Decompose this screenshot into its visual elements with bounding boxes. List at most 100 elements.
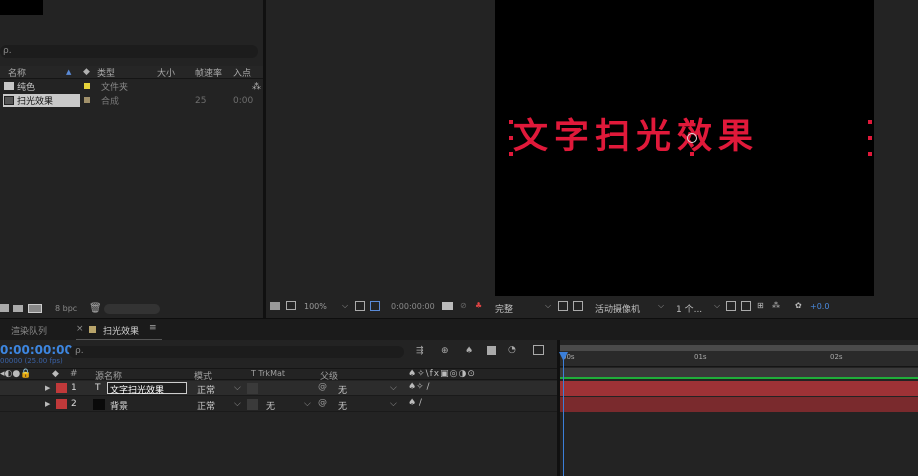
frame-blending-icon[interactable]	[487, 346, 496, 355]
close-icon[interactable]: ×	[76, 324, 84, 334]
layer-row[interactable]: ▶ 2 背景 正常 ⌵ 无 ⌵ @ 无 ⌵ ♠ /	[0, 397, 557, 412]
interpret-footage-icon[interactable]	[0, 304, 9, 312]
bbox-handle[interactable]	[690, 120, 694, 124]
layer-name-input[interactable]: 文字扫光效果	[107, 382, 187, 396]
mask-toggle-icon[interactable]	[370, 301, 380, 311]
comp-mini-flowchart-icon[interactable]: ⇶	[416, 346, 424, 356]
graph-editor-icon[interactable]	[533, 345, 544, 355]
parent-dropdown[interactable]: 无	[338, 383, 347, 396]
bbox-handle[interactable]	[509, 120, 513, 124]
toggle-pixel-aspect-icon[interactable]	[726, 301, 736, 311]
viewer-timecode[interactable]: 0:00:00:00	[391, 302, 435, 311]
composition-icon	[4, 96, 14, 105]
zoom-dropdown[interactable]: 100%	[304, 302, 327, 311]
pickwhip-icon[interactable]: @	[318, 398, 327, 408]
exposure-icon[interactable]: ✿	[795, 301, 802, 310]
pickwhip-icon[interactable]: @	[318, 382, 327, 392]
layer-switches[interactable]: ♠✧ /	[408, 382, 430, 392]
label-tag-icon[interactable]: ◆	[83, 67, 90, 77]
column-name[interactable]: 名称	[8, 66, 26, 79]
bbox-handle[interactable]	[868, 136, 872, 140]
monitor-icon[interactable]	[286, 301, 296, 310]
always-preview-icon[interactable]	[270, 302, 280, 310]
chevron-down-icon[interactable]: ⌵	[390, 383, 397, 393]
new-folder-icon[interactable]	[13, 305, 23, 312]
current-time-indicator[interactable]	[563, 360, 564, 476]
mode-dropdown[interactable]: 正常	[197, 399, 215, 412]
preserve-transparency-box[interactable]	[247, 383, 258, 394]
column-hash[interactable]: #	[70, 369, 78, 379]
fast-preview-icon[interactable]	[741, 301, 751, 311]
chevron-down-icon[interactable]: ⌵	[234, 383, 241, 393]
chevron-down-icon[interactable]: ⌵	[342, 301, 348, 311]
channels-icon[interactable]: ♣	[475, 301, 482, 310]
project-search-input[interactable]: ρ.	[0, 45, 258, 58]
expand-arrow-icon[interactable]: ▶	[45, 384, 50, 392]
layer-label-swatch[interactable]	[56, 399, 67, 409]
sort-asc-icon[interactable]: ▲	[66, 68, 71, 76]
parent-dropdown[interactable]: 无	[338, 399, 347, 412]
layer-label-swatch[interactable]	[56, 383, 67, 393]
column-trkmat[interactable]: T TrkMat	[251, 369, 285, 378]
tab-render-queue[interactable]: 渲染队列	[11, 324, 47, 337]
tab-comp[interactable]: 扫光效果	[103, 324, 139, 337]
av-switches-icon[interactable]: ◂◐●🔒	[0, 369, 31, 379]
new-composition-icon[interactable]	[28, 304, 42, 313]
resolution-dropdown[interactable]: 完整	[495, 302, 513, 315]
timeline-timecode[interactable]: 0:00:00:00	[0, 343, 73, 357]
region-of-interest-icon[interactable]	[558, 301, 568, 311]
camera-snapshot-icon[interactable]	[442, 302, 453, 310]
flowchart-icon[interactable]: ⁂	[772, 301, 780, 310]
expand-arrow-icon[interactable]: ▶	[45, 400, 50, 408]
list-item[interactable]: 扫光效果 合成 25 0:00	[0, 94, 263, 107]
composition-canvas[interactable]: 文字扫光效果	[495, 0, 874, 296]
layer-row[interactable]: ▶ 1 T 文字扫光效果 正常 ⌵ @ 无 ⌵ ♠✧ /	[0, 381, 557, 396]
motion-blur-icon[interactable]: ◔	[508, 345, 516, 355]
layer-switches-header[interactable]: ♠✧\fx▣◎◑⊙	[408, 369, 476, 379]
trash-icon[interactable]: 🗑	[89, 303, 102, 314]
chevron-down-icon[interactable]: ⌵	[390, 399, 397, 409]
timeline-toggle-icon[interactable]: ⊞	[757, 301, 764, 310]
column-type[interactable]: 类型	[97, 66, 115, 79]
bit-depth-button[interactable]: 8 bpc	[55, 304, 77, 313]
layer-search-input[interactable]: ρ.	[69, 346, 404, 358]
bbox-handle[interactable]	[868, 152, 872, 156]
views-dropdown[interactable]: 1 个...	[676, 302, 702, 315]
chevron-down-icon[interactable]: ⌵	[658, 301, 664, 311]
transparency-grid-icon[interactable]	[573, 301, 583, 311]
column-size[interactable]: 大小	[157, 66, 175, 79]
bbox-handle[interactable]	[868, 120, 872, 124]
preserve-transparency-box[interactable]	[247, 399, 258, 410]
draft-3d-icon[interactable]: ⊕	[441, 346, 449, 356]
chevron-down-icon[interactable]: ⌵	[714, 301, 720, 311]
bbox-handle[interactable]	[509, 136, 513, 140]
safe-margins-icon[interactable]	[355, 301, 365, 311]
flowchart-icon[interactable]: ⁂	[252, 82, 261, 92]
column-in[interactable]: 入点	[233, 66, 251, 79]
column-fps[interactable]: 帧速率	[195, 66, 222, 79]
layer-switches[interactable]: ♠ /	[408, 398, 422, 408]
chevron-down-icon[interactable]: ⌵	[234, 399, 241, 409]
project-scroll-slider[interactable]	[104, 304, 160, 314]
camera-dropdown[interactable]: 活动摄像机	[595, 302, 640, 315]
exposure-value[interactable]: +0.0	[810, 302, 829, 311]
layer-duration-bar[interactable]	[560, 381, 918, 396]
text-layer-preview[interactable]: 文字扫光效果	[513, 117, 859, 157]
time-ruler[interactable]	[560, 351, 918, 367]
bbox-handle[interactable]	[690, 152, 694, 156]
chevron-down-icon[interactable]: ⌵	[304, 399, 311, 409]
bbox-handle[interactable]	[509, 152, 513, 156]
mode-dropdown[interactable]: 正常	[197, 383, 215, 396]
layer-name[interactable]: 背景	[110, 399, 128, 412]
trkmat-dropdown[interactable]: 无	[266, 399, 275, 412]
show-snapshot-icon[interactable]: ⊘	[460, 301, 467, 310]
label-swatch[interactable]	[84, 83, 90, 89]
label-swatch[interactable]	[84, 97, 90, 103]
layer-duration-bar[interactable]	[560, 397, 918, 412]
label-tag-icon[interactable]: ◆	[52, 369, 59, 379]
tab-menu-icon[interactable]: ≡	[149, 323, 157, 333]
anchor-point-icon[interactable]	[687, 133, 697, 143]
list-item[interactable]: 纯色 文件夹 ⁂	[0, 80, 263, 93]
chevron-down-icon[interactable]: ⌵	[545, 301, 551, 311]
shy-layers-icon[interactable]: ♠	[465, 346, 473, 356]
